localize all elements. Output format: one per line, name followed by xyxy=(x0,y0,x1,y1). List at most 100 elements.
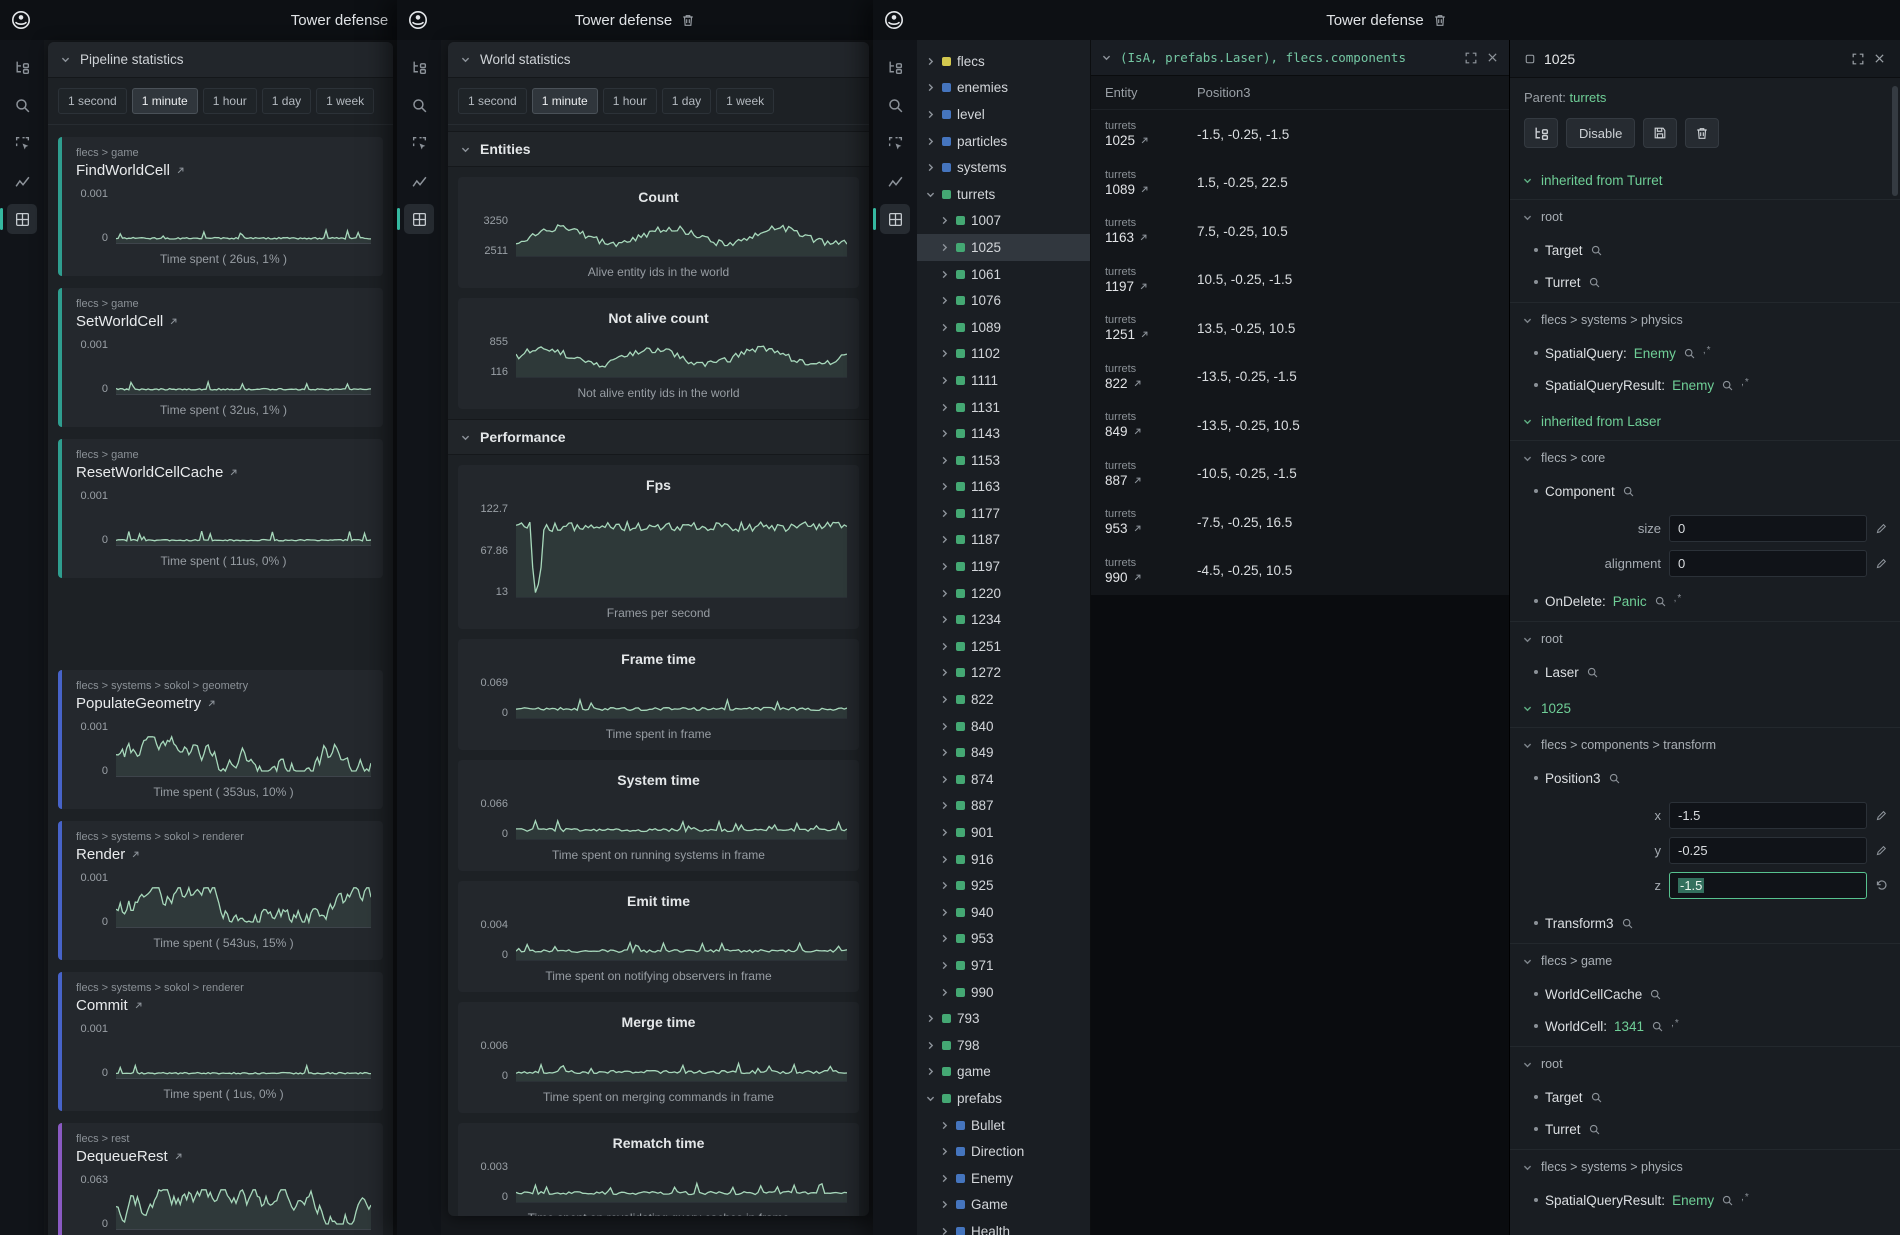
inspector-section-1025[interactable]: 1025 xyxy=(1510,688,1900,723)
toolbar-hierarchy-button[interactable] xyxy=(7,52,37,82)
chevron-right-icon[interactable] xyxy=(939,534,950,545)
query-row-1197[interactable]: turrets119710.5, -0.25, -1.5 xyxy=(1091,256,1509,305)
save-button[interactable] xyxy=(1643,118,1677,148)
tree-item-990[interactable]: 990 xyxy=(917,979,1090,1006)
tree-item-1131[interactable]: 1131 xyxy=(917,394,1090,421)
tree-item-level[interactable]: level xyxy=(917,101,1090,128)
query-row-822[interactable]: turrets822-13.5, -0.25, -1.5 xyxy=(1091,353,1509,402)
system-card-resetworldcellcache[interactable]: flecs > gameResetWorldCellCache0.0010Tim… xyxy=(58,439,383,578)
tree-item-874[interactable]: 874 xyxy=(917,766,1090,793)
range-button-1-minute[interactable]: 1 minute xyxy=(132,88,198,114)
entity-name-text[interactable]: 953 xyxy=(1105,521,1128,536)
external-link-icon[interactable] xyxy=(133,1000,144,1011)
tree-item-1177[interactable]: 1177 xyxy=(917,500,1090,527)
tree-item-1220[interactable]: 1220 xyxy=(917,580,1090,607)
component-group-flecs-game[interactable]: flecs > game xyxy=(1510,943,1900,978)
delete-button[interactable] xyxy=(1685,118,1719,148)
component-ondelete[interactable]: OnDelete:Panic,* xyxy=(1510,585,1900,617)
edit-icon[interactable] xyxy=(1875,844,1888,857)
range-button-1-week[interactable]: 1 week xyxy=(316,88,374,114)
panel-header[interactable]: Pipeline statistics xyxy=(48,42,393,78)
system-name-text[interactable]: SetWorldCell xyxy=(76,313,163,330)
chevron-right-icon[interactable] xyxy=(939,854,950,865)
tree-item-1143[interactable]: 1143 xyxy=(917,420,1090,447)
external-link-icon[interactable] xyxy=(175,165,186,176)
toolbar-statistics-button[interactable] xyxy=(404,166,434,196)
tree-item-1197[interactable]: 1197 xyxy=(917,553,1090,580)
range-button-1-day[interactable]: 1 day xyxy=(262,88,311,114)
chevron-right-icon[interactable] xyxy=(939,428,950,439)
panel-header[interactable]: World statistics xyxy=(448,42,869,78)
search-icon[interactable] xyxy=(1651,1020,1664,1033)
chevron-right-icon[interactable] xyxy=(939,1120,950,1131)
tree-item-1061[interactable]: 1061 xyxy=(917,261,1090,288)
toolbar-table-view-button[interactable] xyxy=(7,204,37,234)
component-target[interactable]: Target xyxy=(1510,1081,1900,1113)
tree-item-systems[interactable]: systems xyxy=(917,154,1090,181)
range-button-1-hour[interactable]: 1 hour xyxy=(203,88,257,114)
external-link-icon[interactable] xyxy=(168,316,179,327)
close-icon[interactable] xyxy=(1486,51,1499,64)
external-link-icon[interactable] xyxy=(1132,572,1143,583)
section-header-entities[interactable]: Entities xyxy=(448,131,869,167)
search-icon[interactable] xyxy=(1590,244,1603,257)
tree-item-particles[interactable]: particles xyxy=(917,128,1090,155)
tree-item-840[interactable]: 840 xyxy=(917,713,1090,740)
tree-item-enemy[interactable]: Enemy xyxy=(917,1165,1090,1192)
tree-item-game[interactable]: game xyxy=(917,1059,1090,1086)
tree-item-901[interactable]: 901 xyxy=(917,819,1090,846)
range-button-1-hour[interactable]: 1 hour xyxy=(603,88,657,114)
query-row-849[interactable]: turrets849-13.5, -0.25, 10.5 xyxy=(1091,401,1509,450)
tree-item-971[interactable]: 971 xyxy=(917,952,1090,979)
toolbar-box-select-button[interactable] xyxy=(7,128,37,158)
tree-item-940[interactable]: 940 xyxy=(917,899,1090,926)
field-x-input[interactable]: -1.5 xyxy=(1669,802,1867,829)
component-position3[interactable]: Position3 xyxy=(1510,762,1900,794)
toolbar-statistics-button[interactable] xyxy=(880,166,910,196)
tree-item-direction[interactable]: Direction xyxy=(917,1138,1090,1165)
query-row-1089[interactable]: turrets10891.5, -0.25, 22.5 xyxy=(1091,159,1509,208)
entity-name-text[interactable]: 1163 xyxy=(1105,230,1134,245)
tree-item-1187[interactable]: 1187 xyxy=(917,527,1090,554)
chevron-right-icon[interactable] xyxy=(939,1226,950,1235)
tree-item-953[interactable]: 953 xyxy=(917,926,1090,953)
tree-item-1102[interactable]: 1102 xyxy=(917,341,1090,368)
chevron-right-icon[interactable] xyxy=(925,1066,936,1077)
external-link-icon[interactable] xyxy=(1132,426,1143,437)
system-name-text[interactable]: Render xyxy=(76,846,125,863)
chevron-right-icon[interactable] xyxy=(939,215,950,226)
chevron-right-icon[interactable] xyxy=(925,109,936,120)
tree-item-1272[interactable]: 1272 xyxy=(917,660,1090,687)
tree-item-887[interactable]: 887 xyxy=(917,793,1090,820)
component-value[interactable]: 1341 xyxy=(1614,1019,1644,1034)
chevron-right-icon[interactable] xyxy=(925,56,936,67)
search-icon[interactable] xyxy=(1588,276,1601,289)
chevron-right-icon[interactable] xyxy=(939,800,950,811)
entity-name-text[interactable]: 990 xyxy=(1105,570,1128,585)
entity-name-text[interactable]: 1025 xyxy=(1105,133,1135,148)
entity-name-text[interactable]: 1089 xyxy=(1105,182,1135,197)
entity-name-text[interactable]: 1197 xyxy=(1105,279,1134,294)
entity-name-text[interactable]: 849 xyxy=(1105,424,1128,439)
tree-item-turrets[interactable]: turrets xyxy=(917,181,1090,208)
chevron-right-icon[interactable] xyxy=(939,242,950,253)
component-spatialquery[interactable]: SpatialQuery:Enemy,* xyxy=(1510,337,1900,369)
tree-item-prefabs[interactable]: prefabs xyxy=(917,1085,1090,1112)
toolbar-hierarchy-button[interactable] xyxy=(880,52,910,82)
tree-item-enemies[interactable]: enemies xyxy=(917,75,1090,102)
system-name-text[interactable]: PopulateGeometry xyxy=(76,695,201,712)
external-link-icon[interactable] xyxy=(1132,378,1143,389)
hierarchy-button[interactable] xyxy=(1524,118,1558,148)
external-link-icon[interactable] xyxy=(228,467,239,478)
toolbar-statistics-button[interactable] xyxy=(7,166,37,196)
chevron-down-icon[interactable] xyxy=(925,1093,936,1104)
field-alignment-input[interactable]: 0 xyxy=(1669,550,1867,577)
external-link-icon[interactable] xyxy=(130,849,141,860)
tree-item-1251[interactable]: 1251 xyxy=(917,633,1090,660)
tree-item-1076[interactable]: 1076 xyxy=(917,287,1090,314)
chevron-right-icon[interactable] xyxy=(939,694,950,705)
chevron-right-icon[interactable] xyxy=(939,721,950,732)
tree-item-798[interactable]: 798 xyxy=(917,1032,1090,1059)
query-row-1025[interactable]: turrets1025-1.5, -0.25, -1.5 xyxy=(1091,110,1509,159)
component-component[interactable]: Component xyxy=(1510,475,1900,507)
